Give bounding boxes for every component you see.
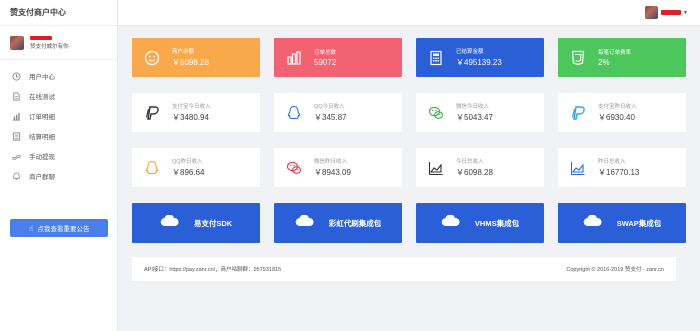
- pointer-hand-icon: ☝: [28, 223, 34, 233]
- css3-icon: [558, 50, 598, 66]
- wechat-icon: [416, 105, 456, 121]
- area-chart-icon: [416, 160, 456, 176]
- income-value: ￥896.64: [172, 168, 205, 177]
- income-label: 今日总收入: [456, 159, 484, 165]
- income-card-qq-yesterday: QQ昨日收入 ￥896.64: [132, 148, 260, 187]
- sidebar-item-label: 结算明细: [29, 134, 55, 141]
- bar-chart-icon: [274, 50, 314, 66]
- notice-button-label: 点我查看重要公告: [37, 226, 90, 233]
- sidebar-item-label: 用户中心: [29, 74, 55, 81]
- cloud-icon: [583, 214, 603, 232]
- sidebar-item-online-test[interactable]: 在线测试: [0, 86, 117, 106]
- notice-button[interactable]: ☝ 点我查看重要公告: [10, 219, 108, 237]
- chevron-down-icon[interactable]: ▼: [683, 10, 688, 16]
- income-value: ￥5043.47: [456, 113, 493, 122]
- income-card-alipay-yesterday: 支付宝昨日收入 ￥6930.40: [558, 93, 686, 132]
- sidebar-item-orders[interactable]: 订单明细: [0, 106, 117, 126]
- income-value: ￥8943.09: [314, 168, 351, 177]
- qq-icon: [132, 160, 172, 176]
- avatar[interactable]: [645, 6, 659, 19]
- smiley-icon: [132, 50, 172, 66]
- income-card-total-today: 今日总收入 ￥6098.28: [416, 148, 544, 187]
- download-button-vhms[interactable]: VHMS集成包: [416, 203, 544, 243]
- top-bar: ▼: [118, 0, 700, 26]
- sidebar-nav: 用户中心 在线测试 订单明细 结算明细 手动提现 商户群聊: [0, 66, 117, 186]
- stat-card-balance: 商户余额 ￥6098.28: [132, 38, 260, 77]
- redacted-username: [30, 35, 52, 40]
- stat-label: 已结算金额: [456, 49, 484, 55]
- sidebar-item-settlement[interactable]: 结算明细: [0, 126, 117, 146]
- area-chart-icon: [558, 160, 598, 176]
- download-label: SWAP集成包: [616, 218, 662, 228]
- income-value: ￥6930.40: [598, 113, 635, 122]
- income-label: QQ昨日收入: [172, 159, 203, 165]
- download-button-rainbow[interactable]: 彩虹代刷集成包: [274, 203, 402, 243]
- income-value: ￥16770.13: [598, 168, 640, 177]
- income-label: 昨日总收入: [598, 159, 626, 165]
- sidebar: 赞支付商户中心 赞支付威尔有你- 用户中心 在线测试 订单明细 结算明细 手动提…: [0, 0, 118, 331]
- home-icon: [12, 71, 21, 81]
- sidebar-item-withdraw[interactable]: 手动提现: [0, 146, 117, 166]
- download-label: VHMS集成包: [474, 218, 520, 228]
- income-card-wechat-today: 微信今日收入 ￥5043.47: [416, 93, 544, 132]
- footer-api-info: API接口：https://pay.zanr.cn/，商户咕聊群：9579318…: [144, 267, 282, 273]
- income-card-total-yesterday: 昨日总收入 ￥16770.13: [558, 148, 686, 187]
- sidebar-item-group-chat[interactable]: 商户群聊: [0, 166, 117, 186]
- calculator-icon: [416, 50, 456, 66]
- stat-label: 每笔订单费率: [598, 50, 632, 56]
- wechat-icon: [274, 160, 314, 176]
- footer-copyright: Copyright © 2016-2019 赞支付 - zanr.cn: [566, 267, 664, 273]
- cloud-icon: [295, 214, 315, 232]
- sidebar-item-user-center[interactable]: 用户中心: [0, 66, 117, 86]
- income-label: 支付宝今日收入: [172, 104, 211, 110]
- avatar[interactable]: [10, 35, 24, 50]
- stat-label: 订单总数: [314, 50, 337, 56]
- brand-title: 赞支付商户中心: [0, 0, 117, 26]
- income-label: 微信今日收入: [456, 104, 490, 110]
- stat-value: 2%: [598, 58, 610, 67]
- download-label: 彩虹代刷集成包: [328, 218, 382, 228]
- income-label: QQ今日收入: [314, 104, 345, 110]
- income-label: 微信昨日收入: [314, 159, 348, 165]
- user-role: 赞支付威尔有你-: [30, 43, 71, 50]
- qq-icon: [274, 105, 314, 121]
- income-label: 支付宝昨日收入: [598, 104, 637, 110]
- redacted-username: [661, 10, 682, 15]
- sidebar-item-label: 在线测试: [29, 94, 55, 101]
- bell-icon: [12, 171, 21, 181]
- stat-card-settled: 已结算金额 ￥495139.23: [416, 38, 544, 77]
- stat-value: 59072: [314, 58, 337, 67]
- sidebar-item-label: 商户群聊: [29, 174, 55, 181]
- income-card-wechat-yesterday: 微信昨日收入 ￥8943.09: [274, 148, 402, 187]
- income-card-qq-today: QQ今日收入 ￥345.87: [274, 93, 402, 132]
- stat-card-fee-rate: 每笔订单费率 2%: [558, 38, 686, 77]
- download-label: 易支付SDK: [193, 218, 233, 228]
- top-user-menu[interactable]: ▼: [645, 6, 688, 19]
- paypal-icon: [558, 105, 598, 121]
- user-panel[interactable]: 赞支付威尔有你-: [0, 26, 117, 60]
- income-card-alipay-today: 支付宝今日收入 ￥3480.94: [132, 93, 260, 132]
- list-icon: [12, 131, 21, 141]
- stat-value: ￥6098.28: [172, 58, 209, 67]
- sidebar-item-label: 手动提现: [29, 154, 55, 161]
- income-value: ￥345.87: [314, 113, 347, 122]
- download-button-swap[interactable]: SWAP集成包: [558, 203, 686, 243]
- paypal-icon: [132, 105, 172, 121]
- income-value: ￥3480.94: [172, 113, 209, 122]
- stat-card-orders: 订单总数 59072: [274, 38, 402, 77]
- hand-icon: [12, 152, 21, 161]
- doc-icon: [12, 91, 21, 101]
- download-button-sdk[interactable]: 易支付SDK: [132, 203, 260, 243]
- stat-label: 商户余额: [172, 49, 195, 55]
- income-value: ￥6098.28: [456, 168, 493, 177]
- footer: API接口：https://pay.zanr.cn/，商户咕聊群：9579318…: [132, 257, 676, 281]
- cloud-icon: [160, 214, 180, 232]
- stat-value: ￥495139.23: [456, 58, 502, 67]
- cloud-icon: [441, 214, 461, 232]
- chart-icon: [12, 112, 21, 121]
- sidebar-item-label: 订单明细: [29, 114, 55, 121]
